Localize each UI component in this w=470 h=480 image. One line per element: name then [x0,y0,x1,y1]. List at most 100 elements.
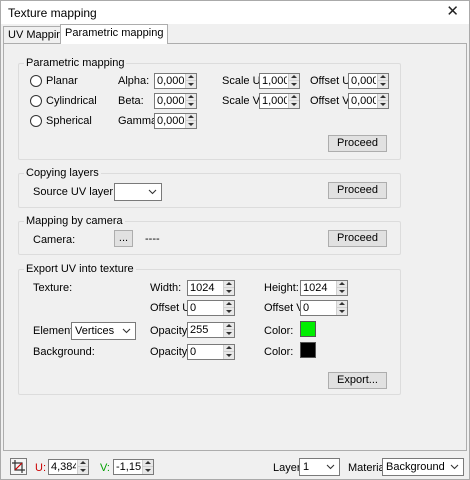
v-coordinate-label: V: [100,462,110,474]
planar-label: Planar [46,75,78,87]
spin-down-icon[interactable] [224,330,234,337]
spin-down-icon[interactable] [289,101,299,108]
texture-label: Texture: [33,282,73,294]
spin-down-icon[interactable] [186,81,196,88]
background-color-label: Color: [264,346,294,358]
alpha-label: Alpha: [118,75,150,87]
tab-strip: UV Mapping Parametric mapping [1,24,469,44]
layer-select[interactable]: 1 [299,458,340,476]
mapping-by-camera-legend: Mapping by camera [24,215,125,227]
status-bar: U: 4,3848 V: -1,153 Layer: 1 Material: B… [1,453,469,479]
copying-layers-group: Copying layers Source UV layer: Proceed [18,167,401,208]
alpha-spinner[interactable]: 0,000 [154,73,197,89]
copying-layers-legend: Copying layers [24,167,101,179]
u-coordinate-label: U: [35,462,46,474]
spin-up-icon[interactable] [143,460,153,467]
beta-spinner[interactable]: 0,000 [154,93,197,109]
offset-u-label: Offset U: [310,75,354,87]
element-select[interactable]: Vertices [71,322,136,340]
export-offset-v-spinner[interactable]: 0 [300,300,348,316]
spin-down-icon[interactable] [186,101,196,108]
scale-v-label: Scale V: [222,95,263,107]
chevron-down-icon [148,189,157,195]
spin-up-icon[interactable] [186,94,196,101]
spin-up-icon[interactable] [378,94,388,101]
window-title: Texture mapping [8,6,97,20]
element-label: Element: [33,325,77,337]
offset-v-label: Offset V: [310,95,353,107]
parametric-mapping-group: Parametric mapping Planar Cylindrical Sp… [18,57,401,160]
spin-down-icon[interactable] [143,467,153,474]
spin-up-icon[interactable] [78,460,88,467]
parametric-proceed-button[interactable]: Proceed [328,135,387,152]
background-opacity-spinner[interactable]: 0 [187,344,235,360]
height-label: Height: [264,282,299,294]
camera-value: ---- [145,233,160,245]
spin-down-icon[interactable] [186,121,196,128]
spin-down-icon[interactable] [378,81,388,88]
opacity-label: Opacity: [150,325,191,337]
spin-up-icon[interactable] [378,74,388,81]
scale-u-spinner[interactable]: 1,000 [259,73,300,89]
background-color-swatch[interactable] [300,342,316,358]
spherical-label: Spherical [46,115,92,127]
export-uv-legend: Export UV into texture [24,263,136,275]
spin-up-icon[interactable] [289,74,299,81]
v-coordinate-spinner[interactable]: -1,153 [113,459,154,475]
spin-up-icon[interactable] [186,74,196,81]
spin-up-icon[interactable] [224,323,234,330]
spin-up-icon[interactable] [224,301,234,308]
spin-up-icon[interactable] [289,94,299,101]
height-spinner[interactable]: 1024 [300,280,348,296]
spin-up-icon[interactable] [337,301,347,308]
spin-up-icon[interactable] [224,281,234,288]
spin-down-icon[interactable] [378,101,388,108]
chevron-down-icon [450,464,459,470]
mapping-by-camera-group: Mapping by camera Camera: ... ---- Proce… [18,215,401,255]
source-uv-layer-label: Source UV layer: [33,186,117,198]
title-bar: Texture mapping ✕ [1,1,469,24]
source-uv-layer-select[interactable] [114,183,162,201]
color-label: Color: [264,325,294,337]
chevron-down-icon [122,328,131,334]
opacity-spinner[interactable]: 255 [187,322,235,338]
element-color-swatch[interactable] [300,321,316,337]
u-coordinate-spinner[interactable]: 4,3848 [48,459,89,475]
export-button[interactable]: Export... [328,372,387,389]
width-label: Width: [150,282,182,294]
spin-down-icon[interactable] [224,288,234,295]
spin-down-icon[interactable] [337,308,347,315]
offset-v-spinner[interactable]: 0,000 [348,93,389,109]
scale-u-label: Scale U: [222,75,264,87]
planar-radio[interactable] [30,75,42,87]
scale-v-spinner[interactable]: 1,000 [259,93,300,109]
offset-u-spinner[interactable]: 0,000 [348,73,389,89]
spin-down-icon[interactable] [224,352,234,359]
material-select[interactable]: Background [382,458,464,476]
spin-down-icon[interactable] [289,81,299,88]
spin-up-icon[interactable] [337,281,347,288]
camera-label: Camera: [33,234,76,246]
chevron-down-icon [326,464,335,470]
spin-down-icon[interactable] [337,288,347,295]
spin-down-icon[interactable] [224,308,234,315]
cylindrical-label: Cylindrical [46,95,97,107]
background-label: Background: [33,346,95,358]
texture-mapping-window: Texture mapping ✕ UV Mapping Parametric … [0,0,470,480]
export-offset-u-spinner[interactable]: 0 [187,300,235,316]
spherical-radio[interactable] [30,115,42,127]
spin-up-icon[interactable] [186,114,196,121]
parametric-mapping-legend: Parametric mapping [24,57,127,69]
gamma-spinner[interactable]: 0,000 [154,113,197,129]
crop-uv-icon[interactable] [10,458,27,475]
width-spinner[interactable]: 1024 [187,280,235,296]
camera-browse-button[interactable]: ... [114,230,133,247]
tab-parametric-mapping[interactable]: Parametric mapping [60,24,169,44]
spin-down-icon[interactable] [78,467,88,474]
spin-up-icon[interactable] [224,345,234,352]
close-icon[interactable]: ✕ [446,4,459,19]
export-uv-group: Export UV into texture Texture: Width: 1… [18,263,401,395]
cylindrical-radio[interactable] [30,95,42,107]
camera-proceed-button[interactable]: Proceed [328,230,387,247]
copying-proceed-button[interactable]: Proceed [328,182,387,199]
